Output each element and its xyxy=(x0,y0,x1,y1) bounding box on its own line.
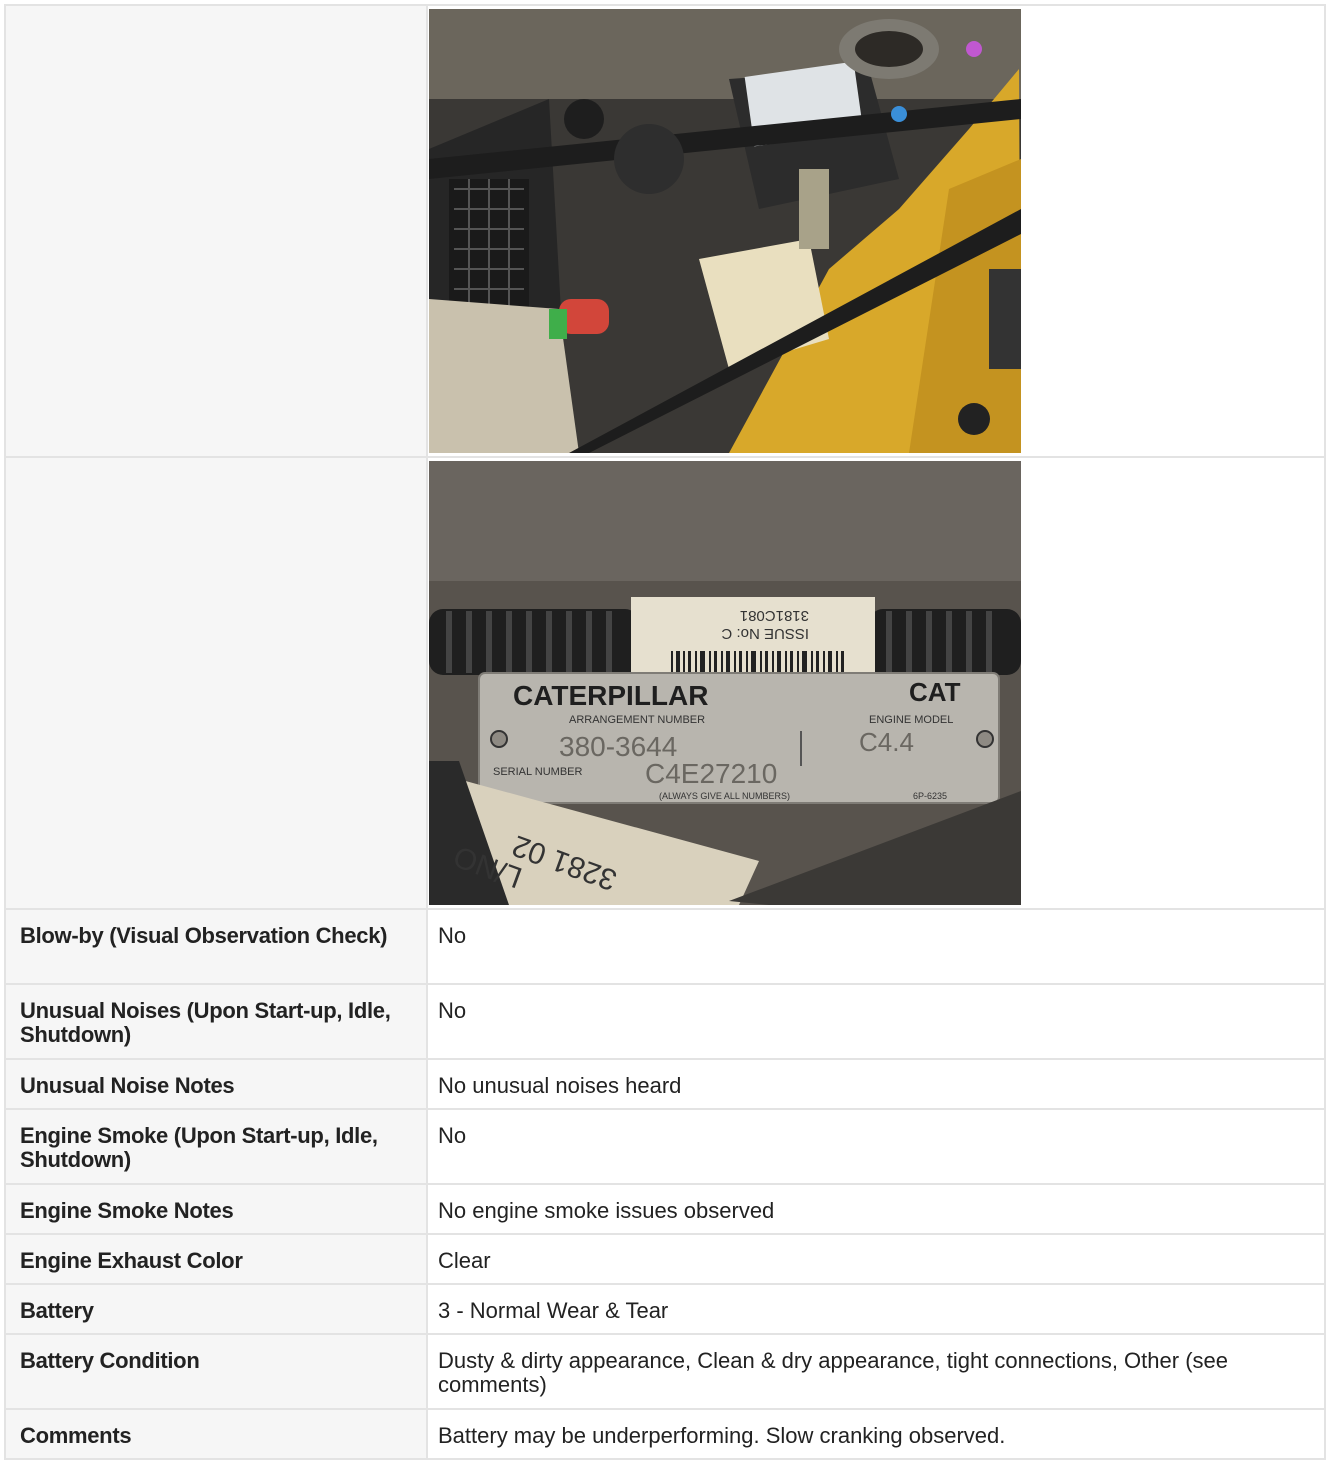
row-label: Blow-by (Visual Observation Check) xyxy=(4,908,428,985)
plate-serial-number: C4E27210 xyxy=(645,758,777,789)
row-label: Engine Smoke (Upon Start-up, Idle, Shutd… xyxy=(4,1108,428,1185)
row-value: 3 - Normal Wear & Tear xyxy=(426,1283,1326,1335)
plate-model-label: ENGINE MODEL xyxy=(869,714,953,726)
row-label: Comments xyxy=(4,1408,428,1460)
engine-bay-photo-image xyxy=(429,9,1021,453)
sticker-code-text: 3181C081 xyxy=(740,607,809,624)
plate-serial-label: SERIAL NUMBER xyxy=(493,766,583,778)
empty-label-cell xyxy=(4,456,428,910)
table-row: Unusual Noises (Upon Start-up, Idle, Shu… xyxy=(4,983,1326,1060)
table-row: Engine Smoke (Upon Start-up, Idle, Shutd… xyxy=(4,1108,1326,1185)
table-row: Engine Exhaust Color Clear xyxy=(4,1233,1326,1285)
row-value: Clear xyxy=(426,1233,1326,1285)
empty-label-cell xyxy=(4,4,428,458)
photo-row xyxy=(4,4,1326,458)
table-row: Battery 3 - Normal Wear & Tear xyxy=(4,1283,1326,1335)
inspection-table: ISSUE No: C 3181C081 CATERPILLAR CAT ARR… xyxy=(4,4,1326,1460)
plate-brand-text: CATERPILLAR xyxy=(513,680,708,711)
photo-cell xyxy=(426,4,1326,458)
sticker-issue-text: ISSUE No: C xyxy=(721,625,809,642)
photo-cell: ISSUE No: C 3181C081 CATERPILLAR CAT ARR… xyxy=(426,456,1326,910)
row-label: Engine Smoke Notes xyxy=(4,1183,428,1235)
table-row: Comments Battery may be underperforming.… xyxy=(4,1408,1326,1460)
engine-bay-photo[interactable] xyxy=(429,9,1021,453)
row-value: Battery may be underperforming. Slow cra… xyxy=(426,1408,1326,1460)
table-row: Unusual Noise Notes No unusual noises he… xyxy=(4,1058,1326,1110)
row-value: Dusty & dirty appearance, Clean & dry ap… xyxy=(426,1333,1326,1410)
row-label: Engine Exhaust Color xyxy=(4,1233,428,1285)
serial-plate-photo[interactable]: ISSUE No: C 3181C081 CATERPILLAR CAT ARR… xyxy=(429,461,1021,905)
row-label: Unusual Noises (Upon Start-up, Idle, Shu… xyxy=(4,983,428,1060)
row-value: No unusual noises heard xyxy=(426,1058,1326,1110)
row-label: Battery xyxy=(4,1283,428,1335)
table-row: Engine Smoke Notes No engine smoke issue… xyxy=(4,1183,1326,1235)
serial-plate-photo-image: ISSUE No: C 3181C081 CATERPILLAR CAT ARR… xyxy=(429,461,1021,905)
plate-cat-mark: CAT xyxy=(909,677,961,707)
plate-part-code: 6P-6235 xyxy=(913,791,947,801)
table-row: Battery Condition Dusty & dirty appearan… xyxy=(4,1333,1326,1410)
row-value: No xyxy=(426,908,1326,985)
row-label: Unusual Noise Notes xyxy=(4,1058,428,1110)
row-value: No xyxy=(426,1108,1326,1185)
row-label: Battery Condition xyxy=(4,1333,428,1410)
plate-arrangement-label: ARRANGEMENT NUMBER xyxy=(569,714,705,726)
row-value: No xyxy=(426,983,1326,1060)
plate-footer-text: (ALWAYS GIVE ALL NUMBERS) xyxy=(659,791,790,801)
photo-row: ISSUE No: C 3181C081 CATERPILLAR CAT ARR… xyxy=(4,456,1326,910)
row-value: No engine smoke issues observed xyxy=(426,1183,1326,1235)
table-row: Blow-by (Visual Observation Check) No xyxy=(4,908,1326,985)
plate-model-text: C4.4 xyxy=(859,727,914,757)
